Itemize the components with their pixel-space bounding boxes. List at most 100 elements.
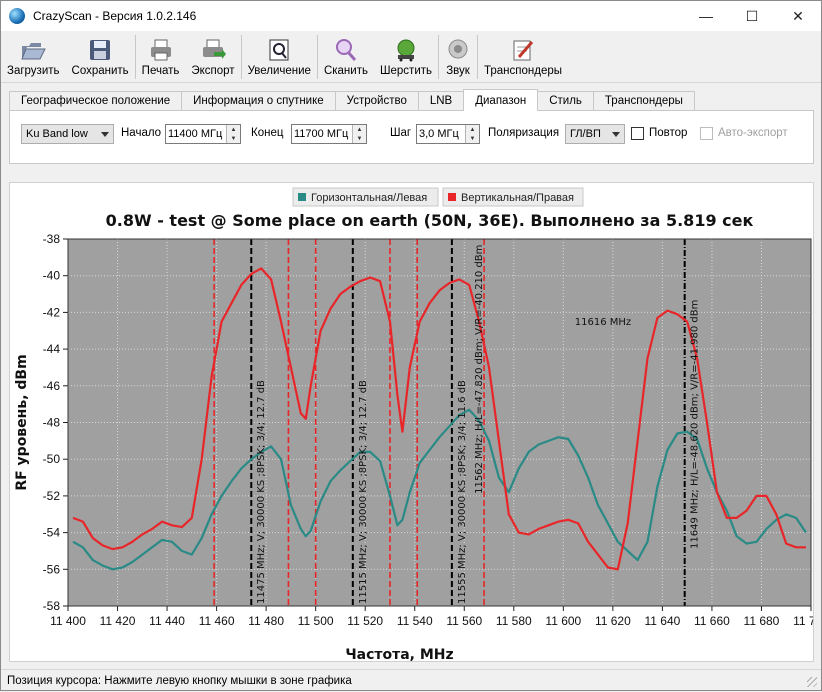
x-axis-label: Частота, MHz (345, 647, 453, 661)
auto-export-checkbox[interactable] (700, 127, 713, 140)
auto-export-label: Авто-экспорт (718, 127, 788, 139)
x-tick-label: 11 480 (248, 614, 284, 628)
print-button[interactable]: Печать (136, 31, 186, 81)
print-label: Печать (141, 65, 180, 77)
step-spinner[interactable]: 3,0 МГц ▲ ▼ (416, 124, 480, 144)
x-tick-label: 11 580 (496, 614, 532, 628)
tab-range[interactable]: Диапазон (463, 89, 539, 111)
chart-annotation: 11649 MHz; H/L=-48.620 dBm; V/R=-41.980 … (690, 300, 701, 549)
x-tick-label: 11 620 (595, 614, 631, 628)
legend-item-vertical: Вертикальная/Правая (442, 187, 584, 207)
tab-device[interactable]: Устройство (334, 91, 419, 111)
speaker-icon (448, 39, 468, 59)
status-text: Позиция курсора: Нажмите левую кнопку мы… (7, 675, 352, 687)
folder-open-icon (21, 43, 47, 60)
scan-button[interactable]: Сканить (318, 31, 374, 81)
spectrum-chart-panel[interactable]: Горизонтальная/Левая Вертикальная/Правая 0… (9, 182, 822, 663)
load-button[interactable]: Загрузить (1, 31, 66, 81)
export-button[interactable]: Экспорт (185, 31, 240, 81)
zoom-button[interactable]: Увеличение (242, 31, 317, 81)
title-bar: CrazyScan - Версия 1.0.2.146 — ☐ ✕ (1, 1, 821, 31)
x-tick-label: 11 660 (694, 614, 730, 628)
x-tick-label: 11 600 (545, 614, 581, 628)
save-button[interactable]: Сохранить (66, 31, 135, 81)
legend-item-horizontal: Горизонтальная/Левая (292, 187, 439, 207)
tab-geo-position[interactable]: Географическое положение (9, 91, 183, 111)
chart-annotation: 11562 MHz; H/L=-47.820 dBm; V/R=-40.210 … (474, 245, 485, 494)
y-tick-label: -46 (43, 379, 61, 393)
save-label: Сохранить (71, 65, 129, 77)
tab-transponders[interactable]: Транспондеры (592, 91, 695, 111)
legend-label: Вертикальная/Правая (461, 192, 574, 204)
y-tick-label: -56 (43, 562, 61, 576)
band-select-value: Ku Band low (26, 128, 88, 140)
tab-style[interactable]: Стиль (537, 91, 594, 111)
spectrum-chart[interactable]: Горизонтальная/Левая Вертикальная/Правая 0… (10, 183, 822, 663)
x-tick-label: 11 540 (397, 614, 433, 628)
y-tick-label: -38 (43, 232, 61, 246)
start-frequency-value: 11400 МГц (168, 128, 223, 140)
x-tick-label: 11 700 (793, 614, 813, 628)
x-tick-label: 11 680 (744, 614, 780, 628)
status-bar: Позиция курсора: Нажмите левую кнопку мы… (1, 669, 821, 691)
y-tick-label: -50 (43, 452, 61, 466)
range-panel: Ku Band low Начало 11400 МГц ▲ ▼ Конец 11… (9, 110, 814, 164)
load-label: Загрузить (7, 65, 60, 77)
spin-down-icon[interactable]: ▼ (466, 134, 479, 143)
repeat-label: Повтор (649, 127, 688, 139)
zoom-label: Увеличение (247, 65, 311, 77)
scan-label: Сканить (323, 65, 368, 77)
step-value: 3,0 МГц (419, 128, 459, 140)
end-label: Конец (251, 127, 284, 139)
polarization-select[interactable]: ГЛ/ВП (565, 124, 625, 144)
notepad-pencil-icon (513, 40, 534, 61)
start-frequency-spinner[interactable]: 11400 МГц ▲ ▼ (165, 124, 241, 144)
transponders-label: Транспондеры (484, 65, 563, 77)
minimize-button[interactable]: — (683, 1, 729, 31)
x-tick-label: 11 500 (298, 614, 334, 628)
window-title: CrazyScan - Версия 1.0.2.146 (33, 9, 197, 23)
end-frequency-value: 11700 МГц (294, 128, 349, 140)
y-tick-label: -58 (43, 599, 61, 613)
tab-satellite-info[interactable]: Информация о спутнике (181, 91, 336, 111)
maximize-button[interactable]: ☐ (729, 1, 775, 31)
scour-button[interactable]: Шерстить (374, 31, 438, 81)
x-tick-label: 11 400 (50, 614, 86, 628)
legend-swatch (448, 193, 456, 201)
polarization-label: Поляризация (488, 127, 560, 139)
step-label: Шаг (390, 127, 412, 139)
sound-label: Звук (446, 65, 470, 77)
spin-down-icon[interactable]: ▼ (353, 134, 366, 143)
app-globe-icon (9, 8, 25, 24)
y-tick-label: -44 (43, 342, 61, 356)
tab-lnb[interactable]: LNB (417, 91, 465, 111)
globe-cart-icon (397, 39, 415, 62)
polarization-select-value: ГЛ/ВП (570, 128, 601, 140)
y-tick-label: -54 (43, 526, 61, 540)
transponders-button[interactable]: Транспондеры (478, 31, 568, 81)
export-label: Экспорт (191, 65, 235, 77)
spin-down-icon[interactable]: ▼ (227, 134, 240, 143)
chart-title: 0.8W - test @ Some place on earth (50N, … (106, 211, 754, 230)
x-tick-label: 11 640 (644, 614, 680, 628)
scour-label: Шерстить (379, 65, 432, 77)
y-tick-label: -42 (43, 305, 61, 319)
chevron-down-icon (101, 132, 109, 137)
toolbar: Загрузить Сохранить Печать Экспорт Увели… (1, 31, 821, 83)
x-tick-label: 11 520 (347, 614, 383, 628)
legend-swatch (298, 193, 306, 201)
app-window: CrazyScan - Версия 1.0.2.146 — ☐ ✕ Загру… (0, 0, 822, 691)
repeat-checkbox[interactable] (631, 127, 644, 140)
sound-button[interactable]: Звук (439, 31, 477, 81)
resize-grip-icon[interactable] (807, 677, 817, 687)
band-select[interactable]: Ku Band low (21, 124, 114, 144)
floppy-disk-icon (90, 40, 111, 60)
close-button[interactable]: ✕ (775, 1, 821, 31)
y-tick-label: -52 (43, 489, 61, 503)
end-frequency-spinner[interactable]: 11700 МГц ▲ ▼ (291, 124, 367, 144)
chart-annotation: 11475 MHz; V; 30000 KS ;8PSK; 3/4; 12.7 … (256, 380, 267, 604)
export-printer-icon (202, 39, 226, 59)
start-label: Начало (121, 127, 162, 139)
chart-annotation: 11515 MHz; V; 30000 KS ;8PSK; 3/4; 12.7 … (358, 380, 369, 604)
chart-annotation: 11616 MHz (575, 317, 631, 328)
